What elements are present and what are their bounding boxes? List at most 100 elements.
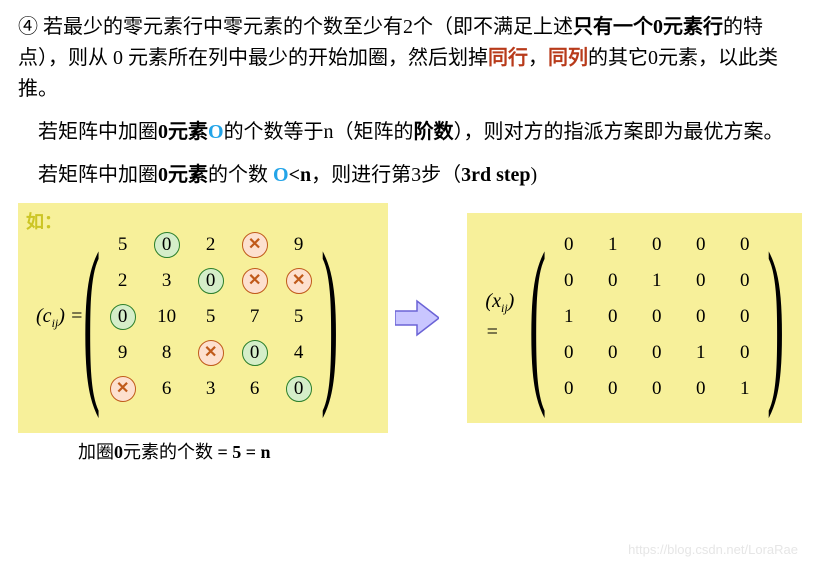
text: 若矩阵中加圈 bbox=[38, 121, 158, 143]
text-emph-col: 同列 bbox=[548, 47, 588, 69]
text: ），则对方的指派方案即为最优方案。 bbox=[454, 121, 784, 143]
big-paren-right: ) bbox=[767, 225, 784, 409]
bottom-caption: 加圈0元素的个数 = 5 = n bbox=[78, 439, 802, 467]
matrix-cell: 3 bbox=[189, 373, 233, 405]
matrix-cell: 0 bbox=[547, 229, 591, 261]
text: ， bbox=[528, 47, 548, 69]
matrix-cell: ✕ bbox=[101, 373, 145, 405]
matrix-x-body: ( 0100000100100000001000001 ) bbox=[529, 225, 784, 409]
crossed-zero-icon: ✕ bbox=[242, 232, 268, 258]
text-bold: 阶数 bbox=[414, 121, 454, 143]
big-paren-right: ) bbox=[321, 225, 338, 409]
matrix-cell: 2 bbox=[189, 229, 233, 261]
paren-close-eq: ) = bbox=[58, 305, 83, 327]
matrix-cell: ✕ bbox=[189, 337, 233, 369]
matrix-cell: 0 bbox=[723, 265, 767, 297]
symbol-o: O bbox=[273, 164, 289, 186]
paragraph-step4: ④ 若最少的零元素行中零元素的个数至少有2个（即不满足上述只有一个0元素行的特点… bbox=[18, 12, 802, 105]
matrix-cell: 2 bbox=[101, 265, 145, 297]
matrix-cell: 0 bbox=[679, 301, 723, 333]
var-c: c bbox=[43, 305, 52, 327]
paren-open: ( bbox=[36, 305, 43, 327]
text: 的个数 bbox=[208, 164, 273, 186]
label-ru: 如： bbox=[26, 209, 62, 237]
matrix-cell: 0 bbox=[723, 229, 767, 261]
matrix-cell: 0 bbox=[679, 265, 723, 297]
paragraph-case-lt-n: 若矩阵中加圈0元素的个数 O<n，则进行第3步（3rd step) bbox=[18, 160, 802, 191]
matrix-cell: 0 bbox=[145, 229, 189, 261]
text-lt-n: <n bbox=[289, 164, 312, 186]
text: 若矩阵中加圈 bbox=[38, 164, 158, 186]
text-bold: 0元素 bbox=[158, 121, 208, 143]
matrix-cell: 0 bbox=[635, 229, 679, 261]
matrix-x-grid: 0100000100100000001000001 bbox=[547, 229, 767, 405]
matrix-example-row: 如： (cij) = ( 502✕9230✕✕01057598✕04✕6360 … bbox=[18, 203, 802, 433]
matrix-cell: 0 bbox=[635, 337, 679, 369]
matrix-cell: 1 bbox=[723, 373, 767, 405]
matrix-cell: 9 bbox=[101, 337, 145, 369]
symbol-o: O bbox=[208, 121, 224, 143]
text: ，则进行第3步（ bbox=[311, 164, 461, 186]
crossed-zero-icon: ✕ bbox=[242, 268, 268, 294]
circled-zero-icon: 0 bbox=[286, 376, 312, 402]
matrix-c-body: ( 502✕9230✕✕01057598✕04✕6360 ) bbox=[83, 225, 338, 409]
arrow-right-icon bbox=[388, 299, 448, 337]
text-eq: = 5 = n bbox=[213, 442, 271, 462]
subscript-ij: ij bbox=[501, 301, 508, 315]
text-zero: 0 bbox=[114, 442, 123, 462]
matrix-cell: ✕ bbox=[277, 265, 321, 297]
indent bbox=[18, 121, 38, 143]
watermark: https://blog.csdn.net/LoraRae bbox=[628, 540, 798, 560]
matrix-cell: 1 bbox=[547, 301, 591, 333]
matrix-cell: 0 bbox=[547, 373, 591, 405]
matrix-cell: 5 bbox=[277, 301, 321, 333]
matrix-cell: 0 bbox=[233, 337, 277, 369]
matrix-cell: ✕ bbox=[233, 229, 277, 261]
matrix-cell: 10 bbox=[145, 301, 189, 333]
text: ) bbox=[531, 164, 538, 186]
matrix-cell: 4 bbox=[277, 337, 321, 369]
circled-zero-icon: 0 bbox=[110, 304, 136, 330]
assignment-matrix-panel: (xij) = ( 0100000100100000001000001 ) bbox=[467, 213, 802, 423]
matrix-cell: 0 bbox=[679, 373, 723, 405]
matrix-cell: 0 bbox=[679, 229, 723, 261]
matrix-cell: 6 bbox=[145, 373, 189, 405]
big-paren-left: ( bbox=[529, 225, 546, 409]
matrix-cell: ✕ bbox=[233, 265, 277, 297]
big-paren-left: ( bbox=[83, 225, 100, 409]
matrix-cell: 3 bbox=[145, 265, 189, 297]
crossed-zero-icon: ✕ bbox=[110, 376, 136, 402]
matrix-cell: 5 bbox=[101, 229, 145, 261]
text-bold: 0元素 bbox=[158, 164, 208, 186]
text: 元素的个数 bbox=[123, 442, 213, 462]
matrix-cell: 1 bbox=[635, 265, 679, 297]
indent bbox=[18, 164, 38, 186]
matrix-cell: 0 bbox=[591, 337, 635, 369]
matrix-cell: 9 bbox=[277, 229, 321, 261]
matrix-x-label: (xij) = bbox=[485, 286, 529, 349]
paragraph-case-eq-n: 若矩阵中加圈0元素O的个数等于n（矩阵的阶数），则对方的指派方案即为最优方案。 bbox=[18, 117, 802, 148]
matrix-cell: 0 bbox=[591, 301, 635, 333]
circled-zero-icon: 0 bbox=[198, 268, 224, 294]
text-step-en: 3rd step bbox=[461, 164, 530, 186]
matrix-cell: 0 bbox=[547, 265, 591, 297]
matrix-cell: 5 bbox=[189, 301, 233, 333]
text-bold: 只有一个0元素行 bbox=[573, 16, 723, 38]
var-x: x bbox=[492, 290, 501, 312]
text: 的个数等于n（矩阵的 bbox=[224, 121, 414, 143]
step-number: ④ bbox=[18, 16, 38, 38]
circled-zero-icon: 0 bbox=[242, 340, 268, 366]
matrix-cell: 0 bbox=[277, 373, 321, 405]
text: 若最少的零元素行中零元素的个数至少有2个（即不满足上述 bbox=[38, 16, 573, 38]
crossed-zero-icon: ✕ bbox=[286, 268, 312, 294]
matrix-cell: 1 bbox=[679, 337, 723, 369]
matrix-c-grid: 502✕9230✕✕01057598✕04✕6360 bbox=[101, 229, 321, 405]
matrix-cell: 6 bbox=[233, 373, 277, 405]
matrix-cell: 0 bbox=[591, 373, 635, 405]
matrix-cell: 0 bbox=[723, 301, 767, 333]
matrix-cell: 0 bbox=[723, 337, 767, 369]
matrix-cell: 0 bbox=[591, 265, 635, 297]
text: 加圈 bbox=[78, 442, 114, 462]
matrix-cell: 8 bbox=[145, 337, 189, 369]
text-emph-row: 同行 bbox=[488, 47, 528, 69]
